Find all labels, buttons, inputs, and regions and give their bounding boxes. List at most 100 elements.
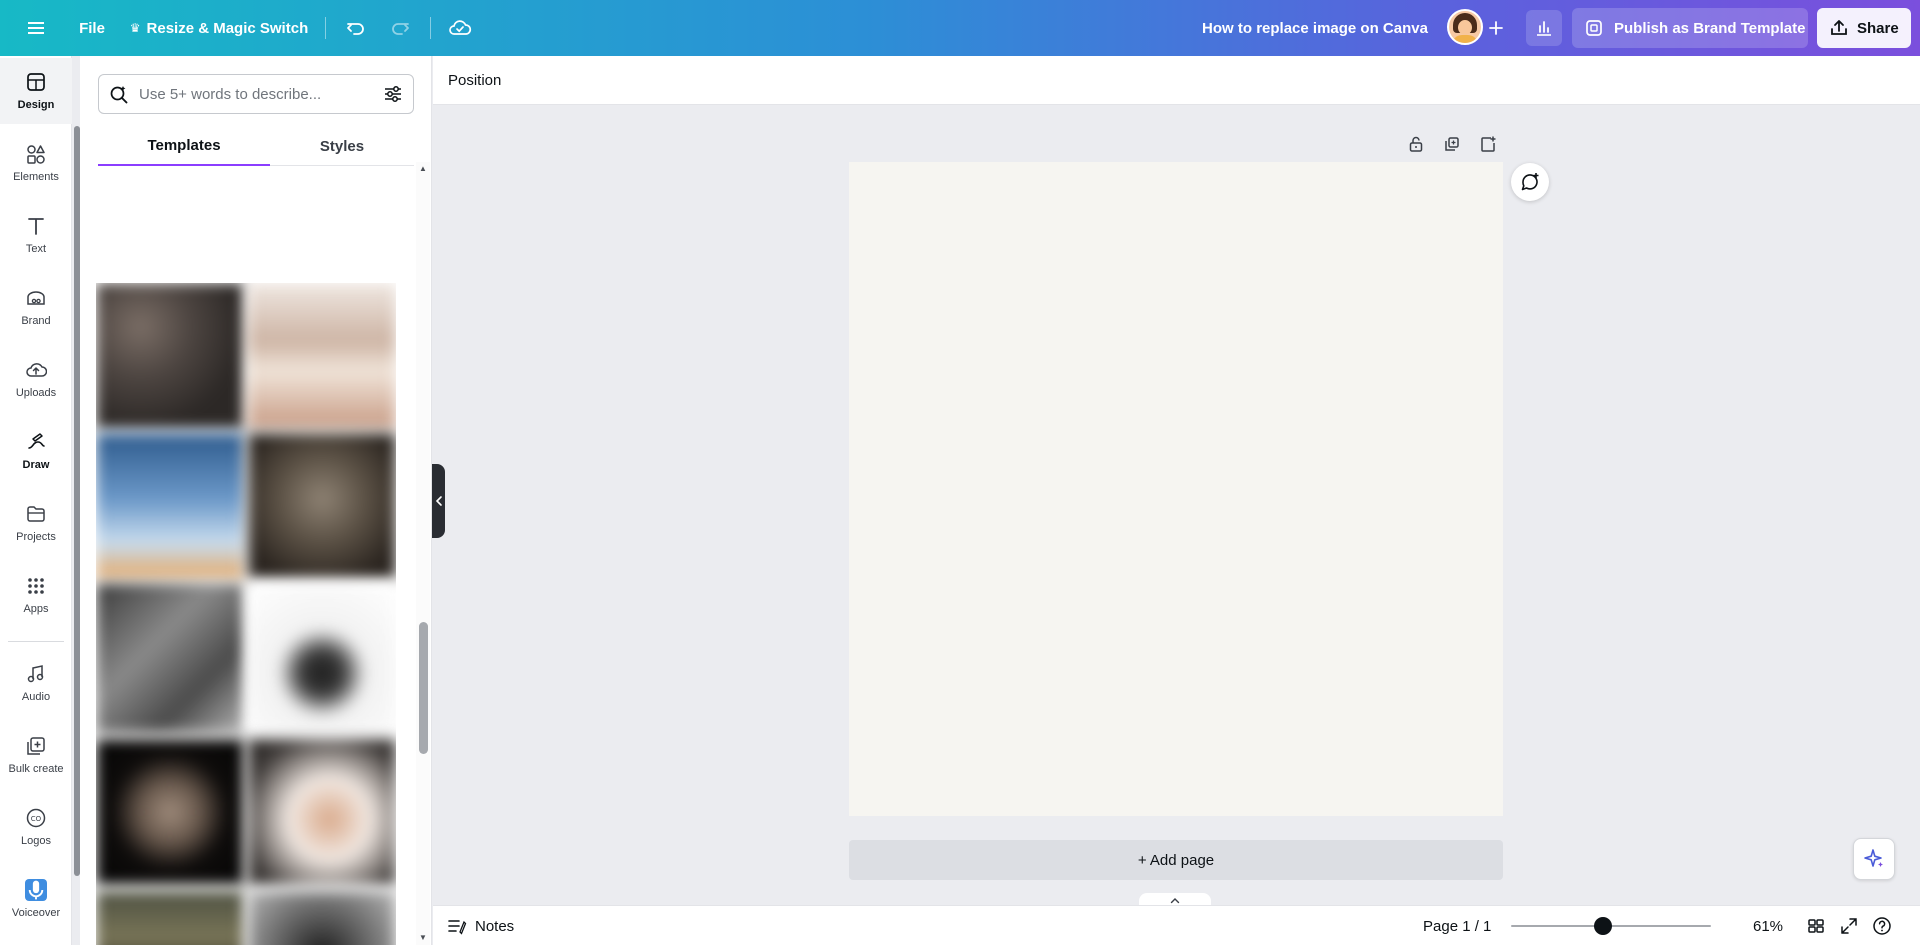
template-thumbnail[interactable] <box>96 739 244 885</box>
share-button[interactable]: Share <box>1817 8 1911 48</box>
grid-view-button[interactable] <box>1805 915 1827 937</box>
voiceover-icon <box>25 879 47 901</box>
redo-icon <box>392 23 409 35</box>
template-thumbnail[interactable] <box>248 283 396 429</box>
rail-item-bulk-create[interactable]: Bulk create <box>0 722 72 788</box>
template-thumbnail[interactable] <box>248 739 396 885</box>
help-icon <box>1873 917 1891 935</box>
template-thumbnail[interactable] <box>96 583 244 733</box>
rail-item-apps[interactable]: Apps <box>0 562 72 628</box>
notes-button[interactable]: Notes <box>447 906 514 945</box>
expand-icon <box>1841 918 1857 934</box>
rail-item-draw[interactable]: Draw <box>0 418 72 484</box>
scroll-down-arrow-icon[interactable]: ▼ <box>418 933 428 943</box>
cloud-check-icon <box>449 20 472 35</box>
chevron-left-icon <box>435 496 442 506</box>
template-thumbnail[interactable] <box>96 891 244 945</box>
template-grid <box>96 283 396 945</box>
template-thumbnail[interactable] <box>248 891 396 945</box>
comment-plus-icon <box>1521 173 1539 191</box>
rail-item-voiceover[interactable]: Voiceover <box>0 866 72 932</box>
invite-button[interactable] <box>1478 10 1514 46</box>
add-comment-button[interactable] <box>1511 163 1549 201</box>
audio-icon <box>27 665 44 683</box>
rail-item-projects[interactable]: Projects <box>0 490 72 556</box>
scroll-up-arrow-icon[interactable]: ▲ <box>418 164 428 174</box>
add-page-icon <box>1481 136 1496 152</box>
rail-item-uploads[interactable]: Uploads <box>0 346 72 412</box>
fullscreen-button[interactable] <box>1838 915 1860 937</box>
file-menu-button[interactable]: File <box>72 0 112 56</box>
redo-button[interactable] <box>384 0 416 56</box>
crown-icon: ♛ <box>129 21 141 35</box>
rail-label: Design <box>17 99 55 111</box>
apps-icon <box>28 578 44 594</box>
resize-magic-switch-button[interactable]: ♛ Resize & Magic Switch <box>124 0 314 56</box>
panel-scrollbar[interactable]: ▲ ▼ <box>416 162 430 945</box>
rail-label: Projects <box>16 531 56 543</box>
tab-templates[interactable]: Templates <box>98 126 270 166</box>
rail-label: Audio <box>21 691 51 703</box>
hamburger-icon <box>28 22 44 34</box>
rail-label: Logos <box>21 835 51 847</box>
notes-label: Notes <box>475 917 515 935</box>
rail-separator <box>8 641 64 642</box>
rail-item-logos[interactable]: CO Logos <box>0 794 72 860</box>
undo-button[interactable] <box>340 0 372 56</box>
collapse-panel-handle[interactable] <box>432 464 445 538</box>
draw-icon <box>28 433 45 449</box>
notes-icon <box>448 920 467 935</box>
template-thumbnail[interactable] <box>96 433 244 579</box>
resize-label: Resize & Magic Switch <box>146 19 309 37</box>
bulk-create-icon <box>27 737 45 755</box>
magic-assistant-button[interactable] <box>1853 838 1895 880</box>
grid-view-icon <box>1808 919 1824 933</box>
projects-icon <box>27 506 45 522</box>
design-panel: Templates Styles ▲ ▼ <box>80 56 432 945</box>
help-button[interactable] <box>1871 915 1893 937</box>
template-thumbnail[interactable] <box>96 283 244 429</box>
zoom-percentage[interactable]: 61% <box>1733 906 1803 945</box>
rail-item-elements[interactable]: Elements <box>0 130 72 196</box>
template-search-box <box>98 74 414 114</box>
template-thumbnail[interactable] <box>248 583 396 733</box>
save-status-button[interactable] <box>444 0 476 56</box>
rail-label: Brand <box>21 315 51 327</box>
duplicate-page-button[interactable] <box>1440 132 1464 156</box>
add-page-bar[interactable]: + Add page <box>849 840 1503 880</box>
position-button[interactable]: Position <box>448 56 501 104</box>
insights-button[interactable] <box>1526 10 1562 46</box>
template-thumbnail[interactable] <box>248 433 396 579</box>
panel-tabs: Templates Styles <box>98 126 414 166</box>
rail-label: Voiceover <box>11 907 61 919</box>
share-label: Share <box>1857 19 1899 37</box>
rail-item-text[interactable]: Text <box>0 202 72 268</box>
rail-label: Apps <box>23 603 49 615</box>
logos-icon: CO <box>26 808 46 828</box>
filter-sliders-icon[interactable] <box>383 84 403 104</box>
page-indicator[interactable]: Page 1 / 1 <box>1423 906 1491 945</box>
brand-template-icon <box>1586 20 1602 36</box>
publish-brand-template-button[interactable]: Publish as Brand Template <box>1572 8 1808 48</box>
sparkle-icon <box>1864 849 1883 867</box>
design-page-canvas[interactable] <box>849 162 1503 816</box>
rail-label: Text <box>25 243 47 255</box>
page-tools <box>1404 132 1500 156</box>
rail-item-audio[interactable]: Audio <box>0 650 72 716</box>
add-page-button[interactable] <box>1476 132 1500 156</box>
elements-icon <box>27 145 45 164</box>
zoom-slider-handle[interactable] <box>1594 917 1612 935</box>
document-title[interactable]: How to replace image on Canva <box>1195 0 1435 56</box>
left-rail: Design Elements Text Brand Uploads Draw … <box>0 56 80 945</box>
rail-item-brand[interactable]: Brand <box>0 274 72 340</box>
tab-styles[interactable]: Styles <box>270 126 414 166</box>
uploads-icon <box>26 363 47 377</box>
panel-scrollbar-thumb[interactable] <box>419 622 428 754</box>
plus-icon <box>1489 21 1503 35</box>
template-search-input[interactable] <box>139 85 373 103</box>
lock-page-button[interactable] <box>1404 132 1428 156</box>
chevron-up-icon <box>1170 897 1180 903</box>
rail-item-design[interactable]: Design <box>0 58 72 124</box>
main-menu-button[interactable] <box>20 0 52 56</box>
toolbar-divider <box>430 17 431 39</box>
